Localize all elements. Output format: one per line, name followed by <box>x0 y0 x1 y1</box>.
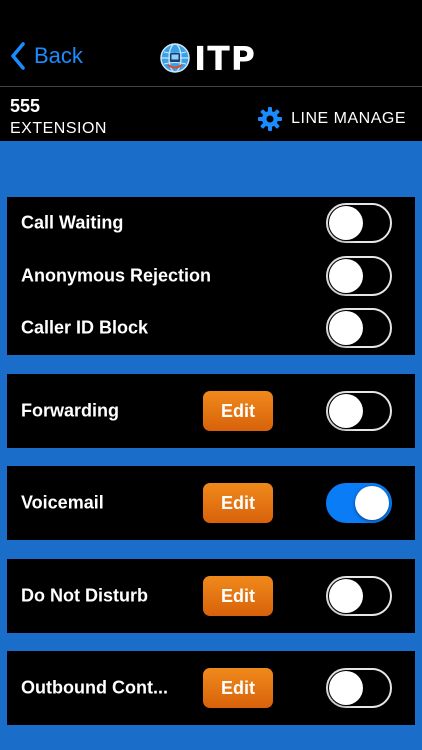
do-not-disturb-edit-button[interactable]: Edit <box>203 576 273 616</box>
voicemail-label: Voicemail <box>21 492 104 513</box>
caller-id-block-toggle[interactable] <box>326 308 392 348</box>
toggle-knob <box>329 259 363 293</box>
toggle-knob <box>329 206 363 240</box>
outbound-control-label: Outbound Cont... <box>21 677 168 698</box>
voicemail-edit-button[interactable]: Edit <box>203 483 273 523</box>
outbound-control-edit-button[interactable]: Edit <box>203 668 273 708</box>
forwarding-card: Forwarding Edit <box>7 374 415 448</box>
navigation-bar: Back ITP <box>0 0 422 87</box>
anonymous-rejection-row: Anonymous Rejection <box>7 250 415 302</box>
caller-id-block-label: Caller ID Block <box>21 317 149 338</box>
call-waiting-toggle[interactable] <box>326 203 392 243</box>
anonymous-rejection-toggle[interactable] <box>326 256 392 296</box>
do-not-disturb-row: Do Not Disturb Edit <box>7 570 415 622</box>
logo-text: ITP <box>194 38 256 78</box>
toggle-knob <box>329 671 363 705</box>
outbound-control-card: Outbound Cont... Edit <box>7 651 415 725</box>
do-not-disturb-toggle[interactable] <box>326 576 392 616</box>
outbound-control-row: Outbound Cont... Edit <box>7 662 415 714</box>
chevron-left-icon <box>11 42 25 70</box>
screen: Back ITP 555 EXTENSION LINE MANAGE Call … <box>0 0 422 750</box>
toggle-knob <box>329 579 363 613</box>
forwarding-row: Forwarding Edit <box>7 385 415 437</box>
forwarding-edit-button[interactable]: Edit <box>203 391 273 431</box>
voicemail-row: Voicemail Edit <box>7 477 415 529</box>
extension-number: 555 <box>10 96 41 116</box>
anonymous-rejection-label: Anonymous Rejection <box>21 265 212 286</box>
outbound-control-toggle[interactable] <box>326 668 392 708</box>
back-label: Back <box>34 43 83 68</box>
forwarding-label: Forwarding <box>21 400 119 421</box>
toggle-knob <box>329 394 363 428</box>
line-manage-button[interactable]: LINE MANAGE <box>257 106 406 132</box>
call-waiting-row: Call Waiting <box>7 197 415 249</box>
do-not-disturb-card: Do Not Disturb Edit <box>7 559 415 633</box>
line-manage-label: LINE MANAGE <box>291 110 406 127</box>
voicemail-toggle[interactable] <box>326 483 392 523</box>
extension-label: EXTENSION <box>10 120 107 137</box>
toggle-knob <box>355 486 389 520</box>
gear-icon <box>258 107 283 131</box>
voicemail-card: Voicemail Edit <box>7 466 415 540</box>
toggle-knob <box>329 311 363 345</box>
forwarding-toggle[interactable] <box>326 391 392 431</box>
settings-panel: Call Waiting Anonymous Rejection Caller … <box>0 141 422 750</box>
extension-header: 555 EXTENSION LINE MANAGE <box>0 88 422 141</box>
back-button[interactable]: Back <box>10 36 83 76</box>
basic-settings-card: Call Waiting Anonymous Rejection Caller … <box>7 197 415 355</box>
do-not-disturb-label: Do Not Disturb <box>21 585 148 606</box>
call-waiting-label: Call Waiting <box>21 212 124 233</box>
itp-logo: ITP <box>160 38 256 78</box>
globe-icon <box>160 43 190 73</box>
caller-id-block-row: Caller ID Block <box>7 302 415 354</box>
